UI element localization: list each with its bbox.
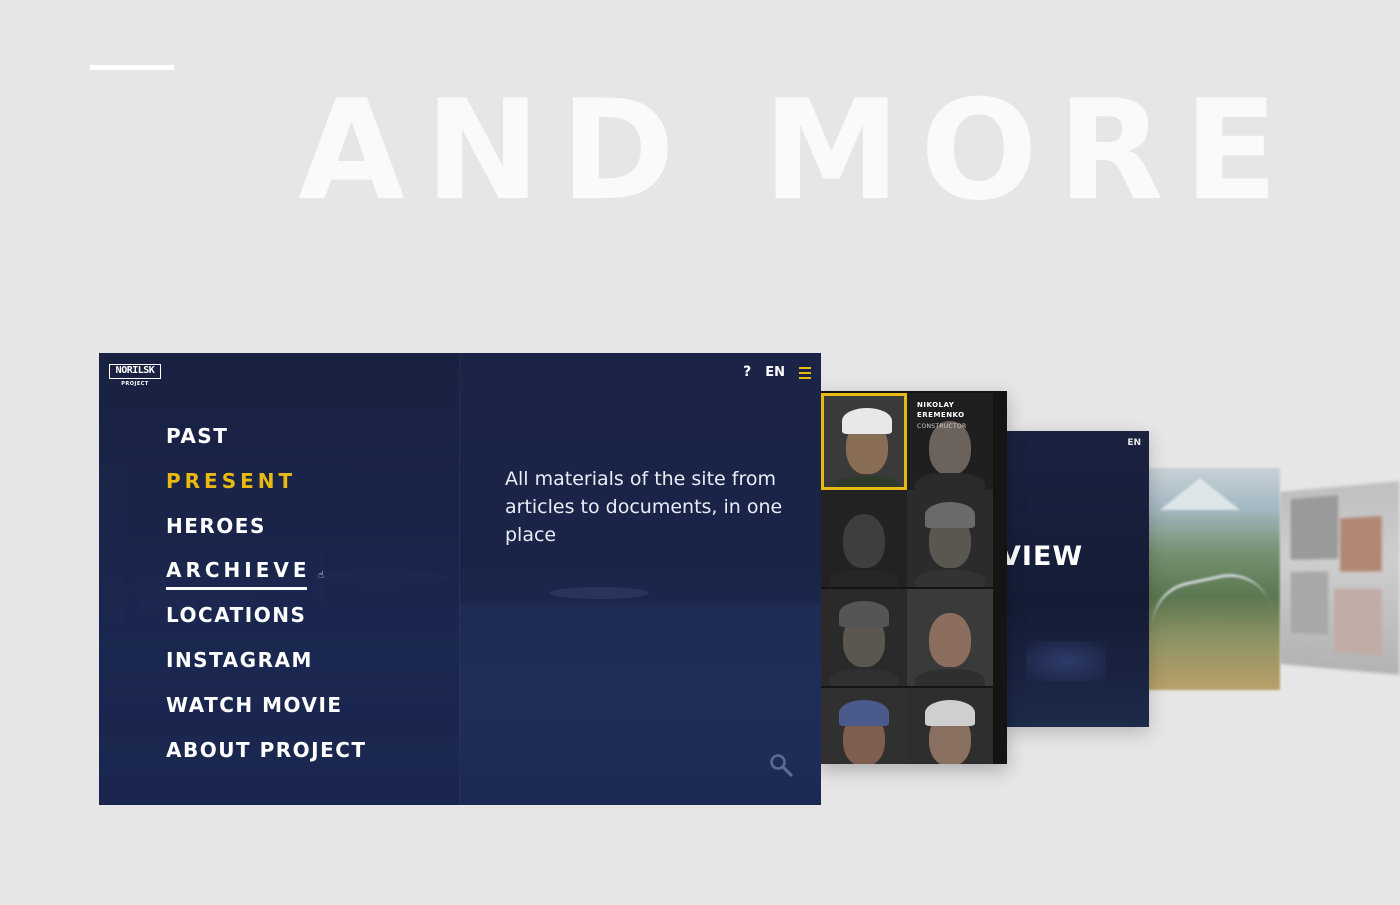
hero-portrait[interactable] (821, 688, 907, 764)
search-icon[interactable] (769, 753, 793, 777)
hero-portrait[interactable] (907, 589, 993, 686)
movie-title-fragment: VIEW (1000, 541, 1084, 572)
featured-hero-info: NIKOLAY EREMENKO CONSTRUCTOR (917, 400, 1003, 430)
preview-card-heroes: NIKOLAY EREMENKO CONSTRUCTOR (820, 391, 1007, 764)
menu-item-heroes[interactable]: HEROES (166, 511, 367, 556)
hero-last-name: EREMENKO (917, 411, 965, 419)
menu-item-archieve[interactable]: ARCHIEVE (166, 555, 367, 600)
hero-portrait[interactable] (907, 688, 993, 764)
menu-item-present[interactable]: PRESENT (166, 466, 367, 511)
main-menu: PAST PRESENT HEROES ARCHIEVE LOCATIONS I… (166, 421, 367, 779)
hero-first-name: NIKOLAY (917, 401, 955, 409)
language-label: EN (1127, 438, 1141, 448)
preview-card-movie: EN VIEW (1000, 431, 1149, 727)
hero-role: CONSTRUCTOR (917, 423, 967, 430)
hover-underline (166, 587, 307, 591)
menu-item-about-project[interactable]: ABOUT PROJECT (166, 735, 367, 780)
menu-item-label: ARCHIEVE (166, 558, 311, 583)
hero-portrait-featured[interactable] (821, 393, 907, 490)
language-switch[interactable]: EN (765, 365, 785, 380)
menu-item-past[interactable]: PAST (166, 421, 367, 466)
menu-item-watch-movie[interactable]: WATCH MOVIE (166, 690, 367, 735)
site-logo-subtitle: PROJECT (121, 381, 149, 387)
menu-item-instagram[interactable]: INSTAGRAM (166, 645, 367, 690)
preview-card-far (1280, 481, 1400, 675)
hero-portrait[interactable] (821, 490, 907, 587)
hero-portrait[interactable] (907, 490, 993, 587)
help-button[interactable]: ? (743, 364, 751, 380)
menu-description: All materials of the site from articles … (505, 468, 783, 546)
menu-item-locations[interactable]: LOCATIONS (166, 600, 367, 645)
cursor-icon: ☝ (318, 570, 325, 581)
decorative-rule (90, 65, 174, 70)
page-headline: AND MORE (298, 70, 1299, 231)
top-controls: ? EN (743, 363, 811, 381)
hamburger-icon[interactable] (799, 366, 811, 379)
menu-screen: NORILSK PROJECT ? EN PAST PRESENT HEROES… (99, 353, 821, 805)
site-logo[interactable]: NORILSK (109, 364, 161, 379)
hero-portrait[interactable] (821, 589, 907, 686)
preview-card-landscape (1140, 468, 1280, 690)
